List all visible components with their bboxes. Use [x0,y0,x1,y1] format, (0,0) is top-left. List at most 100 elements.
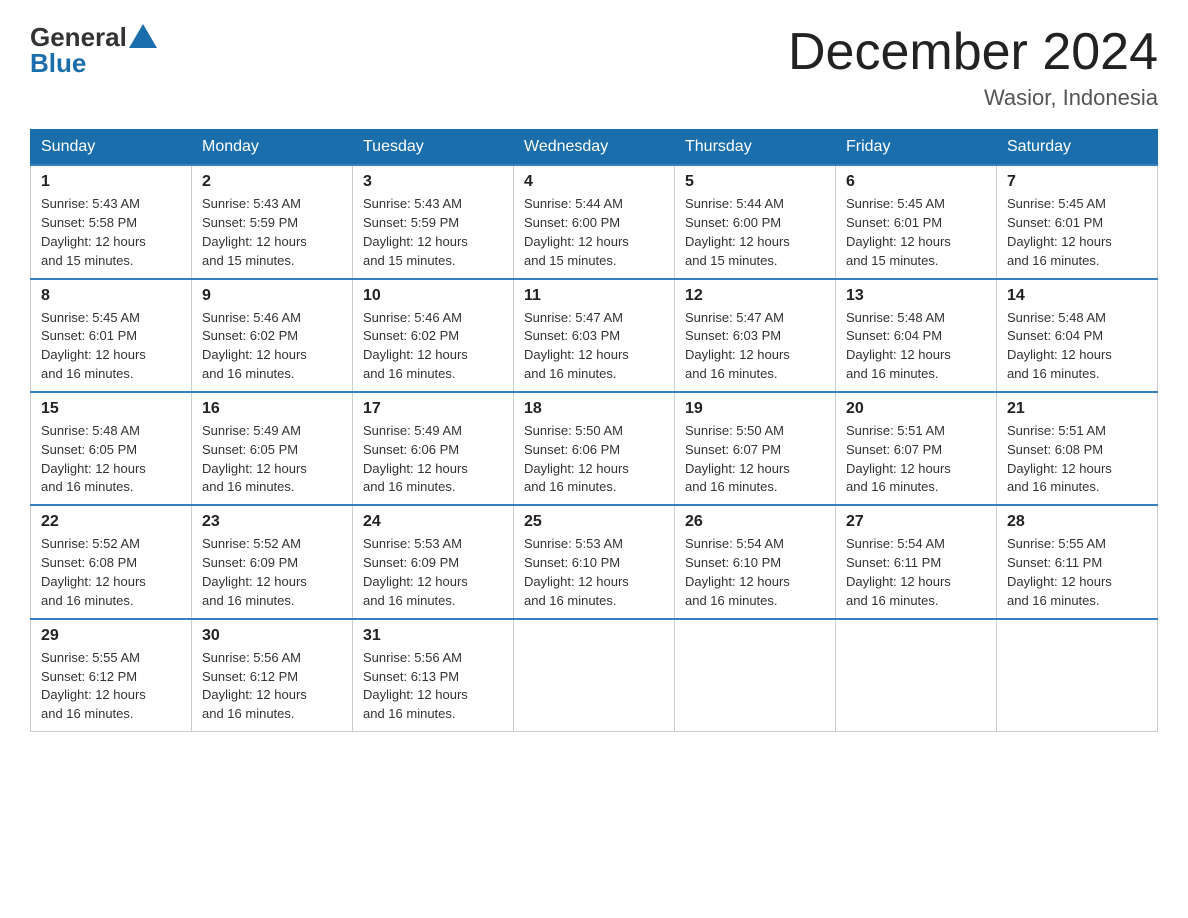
calendar-cell: 11 Sunrise: 5:47 AMSunset: 6:03 PMDayligh… [514,279,675,392]
calendar-table: SundayMondayTuesdayWednesdayThursdayFrid… [30,129,1158,732]
day-number: 1 [41,173,181,191]
day-number: 31 [363,627,503,645]
calendar-cell: 22 Sunrise: 5:52 AMSunset: 6:08 PMDayligh… [31,505,192,618]
day-number: 17 [363,400,503,418]
day-info: Sunrise: 5:53 AMSunset: 6:09 PMDaylight:… [363,535,503,610]
calendar-cell: 10Sunrise: 5:46 AMSunset: 6:02 PMDayligh… [353,279,514,392]
day-number: 18 [524,400,664,418]
day-number: 21 [1007,400,1147,418]
calendar-cell: 20 Sunrise: 5:51 AMSunset: 6:07 PMDayligh… [836,392,997,505]
calendar-week-row: 22 Sunrise: 5:52 AMSunset: 6:08 PMDayligh… [31,505,1158,618]
day-info: Sunrise: 5:47 AMSunset: 6:03 PMDaylight:… [524,309,664,384]
page-header: General Blue December 2024 Wasior, Indon… [30,24,1158,111]
calendar-week-row: 15Sunrise: 5:48 AMSunset: 6:05 PMDayligh… [31,392,1158,505]
day-info: Sunrise: 5:43 AMSunset: 5:59 PMDaylight:… [363,195,503,270]
day-info: Sunrise: 5:53 AMSunset: 6:10 PMDaylight:… [524,535,664,610]
day-info: Sunrise: 5:55 AMSunset: 6:11 PMDaylight:… [1007,535,1147,610]
day-number: 13 [846,287,986,305]
calendar-cell: 31 Sunrise: 5:56 AMSunset: 6:13 PMDayligh… [353,619,514,732]
day-info: Sunrise: 5:52 AMSunset: 6:08 PMDaylight:… [41,535,181,610]
header-wednesday: Wednesday [514,130,675,166]
calendar-cell: 3 Sunrise: 5:43 AMSunset: 5:59 PMDaylight… [353,165,514,278]
day-info: Sunrise: 5:45 AMSunset: 6:01 PMDaylight:… [846,195,986,270]
calendar-cell [836,619,997,732]
day-info: Sunrise: 5:47 AMSunset: 6:03 PMDaylight:… [685,309,825,384]
calendar-cell: 5Sunrise: 5:44 AMSunset: 6:00 PMDaylight… [675,165,836,278]
day-info: Sunrise: 5:55 AMSunset: 6:12 PMDaylight:… [41,649,181,724]
day-number: 22 [41,513,181,531]
calendar-cell: 12Sunrise: 5:47 AMSunset: 6:03 PMDayligh… [675,279,836,392]
day-number: 29 [41,627,181,645]
calendar-cell: 25 Sunrise: 5:53 AMSunset: 6:10 PMDayligh… [514,505,675,618]
calendar-cell: 16Sunrise: 5:49 AMSunset: 6:05 PMDayligh… [192,392,353,505]
month-title: December 2024 [788,24,1158,81]
calendar-header-row: SundayMondayTuesdayWednesdayThursdayFrid… [31,130,1158,166]
header-sunday: Sunday [31,130,192,166]
calendar-cell: 19Sunrise: 5:50 AMSunset: 6:07 PMDayligh… [675,392,836,505]
day-info: Sunrise: 5:51 AMSunset: 6:07 PMDaylight:… [846,422,986,497]
day-number: 3 [363,173,503,191]
calendar-cell: 17 Sunrise: 5:49 AMSunset: 6:06 PMDayligh… [353,392,514,505]
header-thursday: Thursday [675,130,836,166]
calendar-cell: 9 Sunrise: 5:46 AMSunset: 6:02 PMDaylight… [192,279,353,392]
calendar-cell: 24Sunrise: 5:53 AMSunset: 6:09 PMDayligh… [353,505,514,618]
day-number: 30 [202,627,342,645]
calendar-cell: 21 Sunrise: 5:51 AMSunset: 6:08 PMDayligh… [997,392,1158,505]
day-number: 19 [685,400,825,418]
day-number: 10 [363,287,503,305]
day-info: Sunrise: 5:50 AMSunset: 6:06 PMDaylight:… [524,422,664,497]
calendar-cell [997,619,1158,732]
calendar-cell: 23 Sunrise: 5:52 AMSunset: 6:09 PMDayligh… [192,505,353,618]
calendar-cell: 1 Sunrise: 5:43 AMSunset: 5:58 PMDaylight… [31,165,192,278]
header-saturday: Saturday [997,130,1158,166]
day-info: Sunrise: 5:43 AMSunset: 5:58 PMDaylight:… [41,195,181,270]
location: Wasior, Indonesia [788,85,1158,111]
day-number: 4 [524,173,664,191]
day-info: Sunrise: 5:52 AMSunset: 6:09 PMDaylight:… [202,535,342,610]
day-info: Sunrise: 5:49 AMSunset: 6:05 PMDaylight:… [202,422,342,497]
day-info: Sunrise: 5:54 AMSunset: 6:11 PMDaylight:… [846,535,986,610]
calendar-cell: 6Sunrise: 5:45 AMSunset: 6:01 PMDaylight… [836,165,997,278]
calendar-cell: 4 Sunrise: 5:44 AMSunset: 6:00 PMDaylight… [514,165,675,278]
day-number: 15 [41,400,181,418]
day-number: 25 [524,513,664,531]
day-info: Sunrise: 5:45 AMSunset: 6:01 PMDaylight:… [41,309,181,384]
day-number: 5 [685,173,825,191]
day-info: Sunrise: 5:56 AMSunset: 6:13 PMDaylight:… [363,649,503,724]
day-info: Sunrise: 5:51 AMSunset: 6:08 PMDaylight:… [1007,422,1147,497]
day-number: 26 [685,513,825,531]
calendar-cell: 27 Sunrise: 5:54 AMSunset: 6:11 PMDayligh… [836,505,997,618]
logo-blue-text: Blue [30,48,86,79]
calendar-cell: 8 Sunrise: 5:45 AMSunset: 6:01 PMDaylight… [31,279,192,392]
day-info: Sunrise: 5:54 AMSunset: 6:10 PMDaylight:… [685,535,825,610]
day-number: 11 [524,287,664,305]
day-info: Sunrise: 5:56 AMSunset: 6:12 PMDaylight:… [202,649,342,724]
day-number: 28 [1007,513,1147,531]
day-info: Sunrise: 5:44 AMSunset: 6:00 PMDaylight:… [524,195,664,270]
calendar-cell: 28 Sunrise: 5:55 AMSunset: 6:11 PMDayligh… [997,505,1158,618]
calendar-cell: 7Sunrise: 5:45 AMSunset: 6:01 PMDaylight… [997,165,1158,278]
calendar-cell [514,619,675,732]
day-number: 9 [202,287,342,305]
header-friday: Friday [836,130,997,166]
day-number: 27 [846,513,986,531]
calendar-cell: 30 Sunrise: 5:56 AMSunset: 6:12 PMDayligh… [192,619,353,732]
day-info: Sunrise: 5:46 AMSunset: 6:02 PMDaylight:… [202,309,342,384]
calendar-cell: 18 Sunrise: 5:50 AMSunset: 6:06 PMDayligh… [514,392,675,505]
calendar-cell: 2Sunrise: 5:43 AMSunset: 5:59 PMDaylight… [192,165,353,278]
calendar-week-row: 1 Sunrise: 5:43 AMSunset: 5:58 PMDaylight… [31,165,1158,278]
day-info: Sunrise: 5:48 AMSunset: 6:04 PMDaylight:… [846,309,986,384]
day-number: 20 [846,400,986,418]
day-number: 14 [1007,287,1147,305]
calendar-week-row: 8 Sunrise: 5:45 AMSunset: 6:01 PMDaylight… [31,279,1158,392]
day-info: Sunrise: 5:45 AMSunset: 6:01 PMDaylight:… [1007,195,1147,270]
day-info: Sunrise: 5:49 AMSunset: 6:06 PMDaylight:… [363,422,503,497]
day-number: 8 [41,287,181,305]
day-number: 23 [202,513,342,531]
day-number: 2 [202,173,342,191]
calendar-cell: 15Sunrise: 5:48 AMSunset: 6:05 PMDayligh… [31,392,192,505]
calendar-week-row: 29 Sunrise: 5:55 AMSunset: 6:12 PMDayligh… [31,619,1158,732]
logo: General Blue [30,24,157,79]
day-info: Sunrise: 5:48 AMSunset: 6:04 PMDaylight:… [1007,309,1147,384]
calendar-cell [675,619,836,732]
